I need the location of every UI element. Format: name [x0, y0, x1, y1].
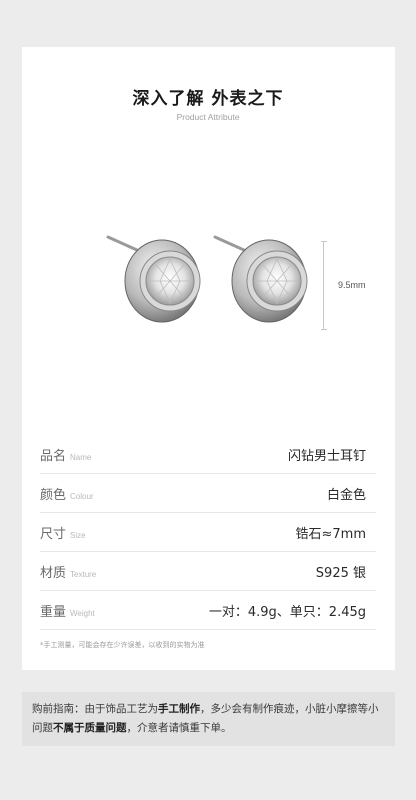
spec-label-en: Name — [70, 453, 92, 462]
spec-value: 白金色 — [326, 488, 366, 503]
spec-value: 一对：4.9g、单只：2.45g — [208, 605, 366, 620]
spec-row-weight: 重量 Weight 一对：4.9g、单只：2.45g — [40, 591, 376, 630]
dimension-label: 9.5mm — [338, 280, 366, 290]
spec-value: 锆石≈7mm — [295, 527, 367, 542]
spec-label: 品名 Name — [40, 449, 92, 464]
earring-right — [213, 235, 308, 323]
dimension-line — [321, 241, 327, 330]
spec-row-colour: 颜色 Colour 白金色 — [40, 474, 376, 513]
notice-bold-not-quality-issue: 不属于质量问题 — [53, 722, 127, 734]
earrings-image — [106, 235, 308, 323]
spec-label-en: Texture — [70, 570, 97, 579]
earring-left — [106, 235, 201, 323]
spec-label: 重量 Weight — [40, 605, 95, 620]
page-title: 深入了解 外表之下 — [132, 89, 284, 109]
spec-label: 颜色 Colour — [40, 488, 94, 503]
notice-text: 购前指南：由于饰品工艺为手工制作，多少会有制作痕迹，小脏小摩擦等小问题不属于质量… — [32, 703, 379, 734]
spec-row-size: 尺寸 Size 锆石≈7mm — [40, 513, 376, 552]
purchase-notice: 购前指南：由于饰品工艺为手工制作，多少会有制作痕迹，小脏小摩擦等小问题不属于质量… — [22, 692, 395, 746]
spec-label: 尺寸 Size — [40, 527, 86, 542]
spec-label-en: Size — [70, 531, 86, 540]
spec-row-texture: 材质 Texture S925 银 — [40, 552, 376, 591]
measurement-note: *手工测量，可能会存在少许误差，以收到的实物为准 — [40, 641, 205, 649]
spec-label: 材质 Texture — [40, 566, 97, 581]
page-subtitle: Product Attribute — [176, 112, 240, 122]
spec-table: 品名 Name 闪钻男士耳钉 颜色 Colour 白金色 尺寸 Size 锆石≈7mm… — [40, 435, 376, 630]
spec-value: 闪钻男士耳钉 — [287, 449, 366, 464]
spec-row-name: 品名 Name 闪钻男士耳钉 — [40, 435, 376, 474]
spec-label-en: Weight — [70, 609, 95, 618]
spec-label-en: Colour — [70, 492, 94, 501]
notice-bold-handmade: 手工制作 — [158, 703, 200, 715]
spec-value: S925 银 — [315, 566, 366, 581]
